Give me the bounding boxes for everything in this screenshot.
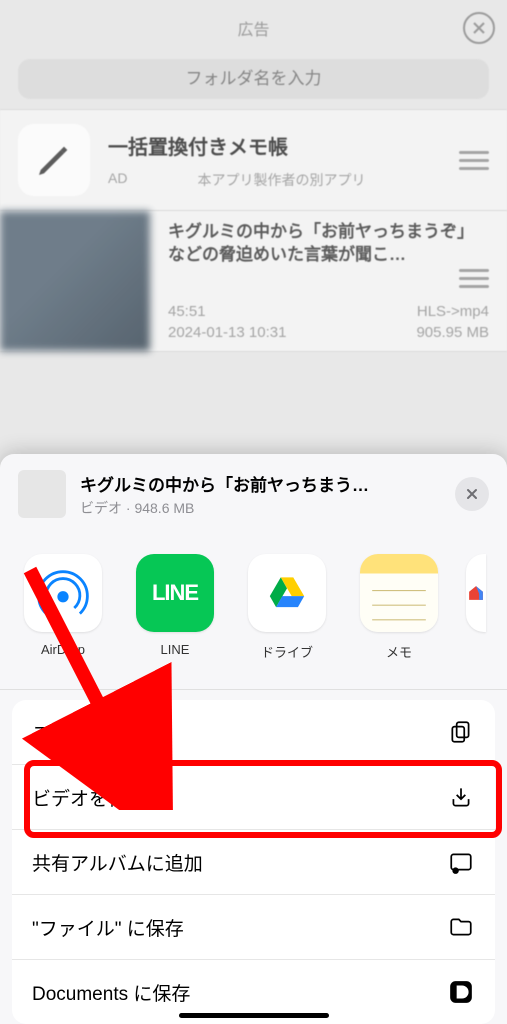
promo-subtext: 本アプリ製作者の別アプリ	[197, 170, 365, 190]
action-save-video[interactable]: ビデオを保存	[12, 765, 495, 830]
video-format: HLS->mp4	[417, 303, 489, 320]
video-date: 2024-01-13 10:31	[168, 324, 286, 341]
drive-icon	[248, 554, 326, 632]
action-label: コピー	[32, 719, 89, 746]
notes-icon	[360, 554, 438, 632]
share-app-drive[interactable]: ドライブ	[242, 554, 332, 661]
sheet-subtitle: ビデオ · 948.6 MB	[80, 498, 441, 518]
action-label: 共有アルバムに追加	[32, 849, 203, 876]
line-icon: LINE	[136, 554, 214, 632]
search-input[interactable]	[18, 59, 489, 99]
share-apps-row: AirDrop LINE LINE ドライブ メモ	[0, 534, 507, 690]
video-item[interactable]: キグルミの中から「お前ヤっちまうぞ」などの脅迫めいた言葉が聞こ… 45:51 H…	[0, 211, 507, 352]
menu-icon[interactable]	[459, 151, 489, 170]
action-save-files[interactable]: "ファイル" に保存	[12, 895, 495, 960]
download-icon	[447, 783, 475, 811]
video-thumbnail	[0, 211, 150, 351]
share-app-line[interactable]: LINE LINE	[130, 554, 220, 661]
app-label: AirDrop	[41, 642, 85, 657]
partial-icon	[466, 554, 486, 632]
share-app-notes[interactable]: メモ	[354, 554, 444, 661]
sheet-thumbnail	[18, 470, 66, 518]
menu-icon[interactable]	[459, 269, 489, 288]
share-app-more[interactable]	[466, 554, 486, 661]
airdrop-icon	[24, 554, 102, 632]
action-copy[interactable]: コピー	[12, 700, 495, 765]
video-title: キグルミの中から「お前ヤっちまうぞ」などの脅迫めいた言葉が聞こ…	[168, 221, 489, 267]
action-label: "ファイル" に保存	[32, 914, 184, 941]
sheet-title: キグルミの中から「お前ヤっちまう…	[80, 471, 441, 496]
video-size: 905.95 MB	[416, 324, 489, 341]
pencil-icon	[18, 124, 90, 196]
close-sheet-button[interactable]	[455, 477, 489, 511]
close-icon[interactable]	[463, 12, 495, 44]
promo-app-card[interactable]: 一括置換付きメモ帳 AD 本アプリ製作者の別アプリ	[0, 109, 507, 211]
action-shared-album[interactable]: 共有アルバムに追加	[12, 830, 495, 895]
folder-icon	[447, 913, 475, 941]
app-label: LINE	[161, 642, 190, 657]
video-duration: 45:51	[168, 303, 206, 320]
home-indicator	[179, 1013, 329, 1018]
promo-app-title: 一括置換付きメモ帳	[108, 131, 459, 160]
share-sheet: キグルミの中から「お前ヤっちまう… ビデオ · 948.6 MB AirDrop…	[0, 454, 507, 1024]
share-app-airdrop[interactable]: AirDrop	[18, 554, 108, 661]
app-label: メモ	[386, 642, 412, 661]
copy-icon	[447, 718, 475, 746]
app-label: ドライブ	[261, 642, 313, 661]
shared-album-icon	[447, 848, 475, 876]
action-label: Documents に保存	[32, 979, 190, 1006]
ad-label: 広告	[237, 16, 269, 40]
action-label: ビデオを保存	[32, 784, 146, 811]
ad-badge: AD	[108, 170, 127, 190]
documents-app-icon	[447, 978, 475, 1006]
